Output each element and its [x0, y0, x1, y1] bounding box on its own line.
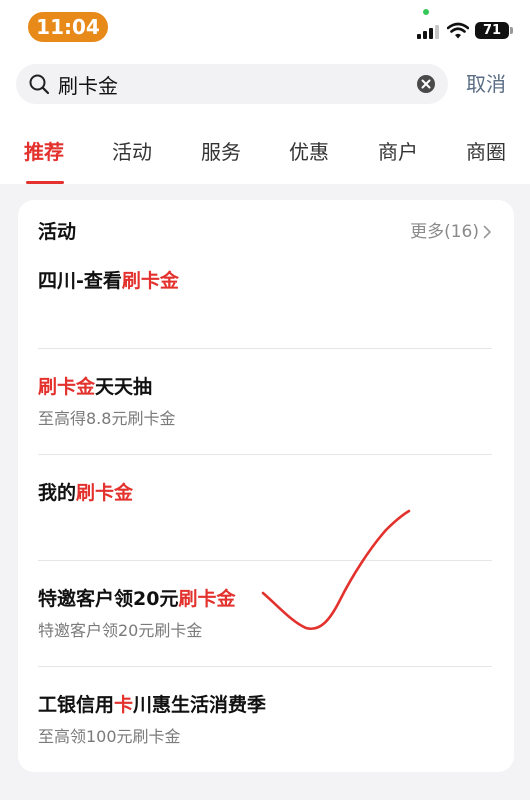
result-subtitle: 特邀客户领20元刷卡金 [38, 621, 203, 640]
result-title-highlight: 刷卡金 [38, 376, 96, 398]
battery-cap [510, 27, 513, 34]
tab-services[interactable]: 服务 [201, 138, 241, 166]
divider [38, 560, 492, 561]
result-item[interactable]: 四川-查看刷卡金 [38, 268, 492, 294]
result-title-highlight: 卡 [114, 694, 134, 716]
result-title-highlight: 刷卡金 [76, 482, 134, 504]
result-item[interactable]: 我的刷卡金 [38, 480, 492, 506]
section-title: 活动 [38, 221, 77, 243]
more-link-label: 更多(16) [410, 222, 479, 242]
status-time: 11:04 [28, 12, 108, 42]
result-title: 我的刷卡金 [38, 482, 134, 504]
result-title-highlight: 刷卡金 [121, 270, 179, 292]
divider [38, 454, 492, 455]
more-link[interactable]: 更多(16) [410, 219, 492, 245]
tab-business-districts[interactable]: 商圈 [466, 138, 506, 166]
divider [38, 666, 492, 667]
result-subtitle: 至高领100元刷卡金 [38, 727, 181, 746]
activity-results-card: 活动 更多(16) 四川-查看刷卡金 刷卡金天天抽 至高得8.8元刷卡金 我的刷… [18, 200, 514, 772]
result-title-highlight: 刷卡金 [178, 588, 236, 610]
tab-offers[interactable]: 优惠 [289, 138, 329, 166]
header-area: 11:04 71 取消 推荐 活动 服务 优惠 商户 商圈 [0, 0, 530, 184]
wifi-icon [447, 22, 469, 39]
tab-merchants[interactable]: 商户 [378, 138, 418, 166]
search-icon [29, 74, 50, 95]
result-subtitle: 至高得8.8元刷卡金 [38, 409, 176, 428]
result-item[interactable]: 特邀客户领20元刷卡金 特邀客户领20元刷卡金 [38, 586, 492, 642]
result-title: 工银信用卡川惠生活消费季 [38, 694, 267, 716]
active-tab-indicator [26, 181, 64, 184]
result-title: 刷卡金天天抽 [38, 376, 153, 398]
clear-icon[interactable] [416, 74, 436, 94]
cancel-button[interactable]: 取消 [466, 70, 506, 98]
tab-recommended[interactable]: 推荐 [24, 138, 64, 166]
chevron-right-icon [483, 225, 491, 239]
result-title: 四川-查看刷卡金 [38, 270, 179, 292]
search-box[interactable] [16, 64, 448, 104]
result-title: 特邀客户领20元刷卡金 [38, 588, 236, 610]
privacy-indicator-dot [423, 9, 429, 15]
result-item[interactable]: 工银信用卡川惠生活消费季 至高领100元刷卡金 [38, 692, 492, 748]
result-item[interactable]: 刷卡金天天抽 至高得8.8元刷卡金 [38, 374, 492, 430]
cellular-signal-icon [417, 25, 443, 39]
divider [38, 348, 492, 349]
battery-icon: 71 [475, 22, 509, 39]
search-input[interactable] [58, 64, 408, 104]
tab-activities[interactable]: 活动 [112, 138, 152, 166]
